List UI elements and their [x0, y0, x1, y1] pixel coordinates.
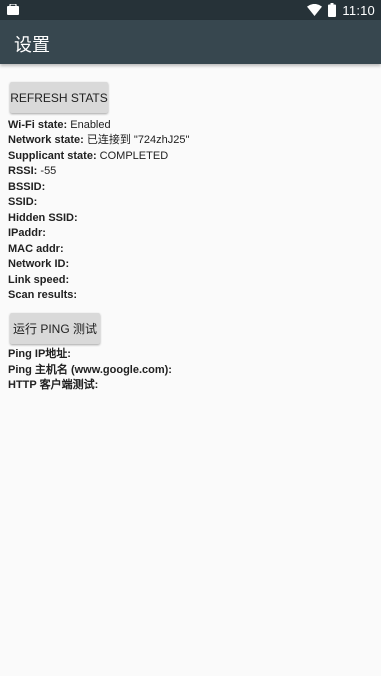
- run-ping-test-button[interactable]: 运行 PING 测试: [10, 313, 100, 344]
- network-state-row: Network state: 已连接到 "724zhJ25": [8, 133, 189, 148]
- row-label: HTTP 客户端测试:: [8, 379, 99, 391]
- link-speed-row: Link speed:: [8, 273, 69, 288]
- ping-hostname-row: Ping 主机名 (www.google.com):: [8, 363, 172, 378]
- row-value: 已连接到 "724zhJ25": [83, 134, 190, 146]
- row-label: IPaddr:: [8, 227, 46, 239]
- wifi-icon: [307, 4, 323, 16]
- scan-results-row: Scan results:: [8, 288, 77, 303]
- row-label: BSSID:: [8, 181, 46, 193]
- row-label: SSID:: [8, 196, 38, 208]
- notification-icon: [7, 4, 19, 15]
- row-value: -55: [37, 165, 57, 177]
- row-label: Wi-Fi state:: [8, 119, 68, 131]
- ping-ip-row: Ping IP地址:: [8, 347, 71, 362]
- ipaddr-row: IPaddr:: [8, 226, 46, 241]
- hidden-ssid-row: Hidden SSID:: [8, 211, 78, 226]
- row-label: Hidden SSID:: [8, 212, 78, 224]
- row-label: Network state:: [8, 134, 84, 146]
- status-icons: 11:10: [307, 2, 375, 18]
- mac-addr-row: MAC addr:: [8, 242, 64, 257]
- row-label: Scan results:: [8, 289, 78, 301]
- row-value: COMPLETED: [96, 150, 169, 162]
- rssi-row: RSSI: -55: [8, 164, 56, 179]
- row-label: Ping 主机名 (www.google.com):: [8, 364, 172, 376]
- row-label: MAC addr:: [8, 243, 64, 255]
- status-bar: 11:10: [0, 0, 381, 20]
- http-client-test-row: HTTP 客户端测试:: [8, 378, 98, 393]
- row-label: Ping IP地址:: [8, 348, 71, 360]
- row-label: Supplicant state:: [8, 150, 97, 162]
- app-bar: 设置: [0, 20, 381, 64]
- refresh-stats-button[interactable]: REFRESH STATS: [10, 82, 108, 113]
- wifi-state-row: Wi-Fi state: Enabled: [8, 118, 111, 133]
- status-time: 11:10: [342, 2, 375, 18]
- wifi-status-content: REFRESH STATS Wi-Fi state: Enabled Netwo…: [0, 64, 381, 676]
- row-value: Enabled: [67, 119, 111, 131]
- battery-icon: [328, 3, 337, 17]
- ssid-row: SSID:: [8, 195, 37, 210]
- bssid-row: BSSID:: [8, 180, 45, 195]
- row-label: Link speed:: [8, 274, 70, 286]
- supplicant-state-row: Supplicant state: COMPLETED: [8, 149, 168, 164]
- network-id-row: Network ID:: [8, 257, 69, 272]
- row-label: RSSI:: [8, 165, 38, 177]
- row-label: Network ID:: [8, 258, 70, 270]
- page-title: 设置: [14, 35, 50, 55]
